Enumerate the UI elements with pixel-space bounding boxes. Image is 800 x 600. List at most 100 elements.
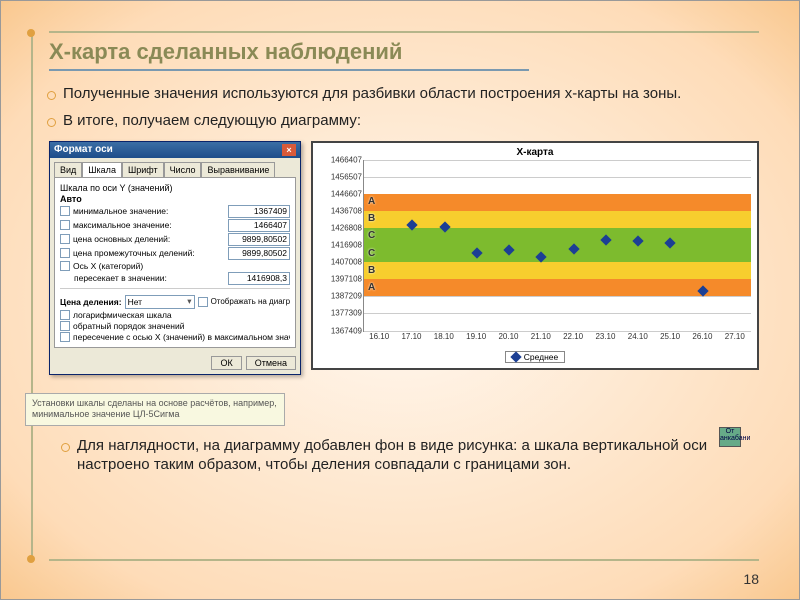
field-label: цена основных делений: (73, 234, 225, 244)
x-tick: 19.10 (460, 332, 492, 346)
y-tick: 1407008 (318, 258, 362, 267)
row-axisx: Ось X (категорий) (60, 261, 290, 271)
slide: X-карта сделанных наблюдений Полученные … (0, 0, 800, 600)
plot-area: 1466407145650714466071436708142680814169… (363, 160, 751, 332)
y-tick: 1426808 (318, 223, 362, 232)
zone-label: A (368, 282, 375, 293)
checkbox[interactable] (198, 297, 208, 307)
zone-label: C (368, 248, 375, 259)
cancel-button[interactable]: Отмена (246, 356, 296, 370)
y-tick: 1466407 (318, 155, 362, 164)
minor-input[interactable] (228, 247, 290, 260)
field-label: обратный порядок значений (73, 321, 290, 331)
auto-label: Авто (60, 194, 290, 204)
checkbox[interactable] (60, 248, 70, 258)
zone-label: B (368, 213, 375, 224)
x-tick: 21.10 (525, 332, 557, 346)
x-tick: 20.10 (492, 332, 524, 346)
field-label: Отображать на диаграмме (211, 297, 290, 306)
check-row: обратный порядок значений (60, 321, 290, 331)
x-tick: 18.10 (428, 332, 460, 346)
tab-scale[interactable]: Шкала (82, 162, 122, 177)
checkbox[interactable] (60, 310, 70, 320)
field-label: логарифмическая шкала (73, 310, 290, 320)
cross-input[interactable] (228, 272, 290, 285)
y-tick: 1416908 (318, 241, 362, 250)
x-tick: 24.10 (622, 332, 654, 346)
row-cross: пересекает в значении: (60, 272, 290, 285)
row-price: Цена деления: Нет Отображать на диаграмм… (60, 295, 290, 309)
field-label: Цена деления: (60, 297, 122, 307)
zone-band: A (364, 194, 751, 211)
x-tick: 27.10 (719, 332, 751, 346)
dialog-titlebar: Формат оси × (50, 142, 300, 158)
field-label: пересекает в значении: (60, 273, 225, 283)
field-label: максимальное значение: (73, 220, 225, 230)
page-number: 18 (743, 571, 759, 587)
zone-label: A (368, 196, 375, 207)
check-row: логарифмическая шкала (60, 310, 290, 320)
field-label: цена промежуточных делений: (73, 248, 225, 258)
tab-view[interactable]: Вид (54, 162, 82, 177)
x-tick: 22.10 (557, 332, 589, 346)
format-axis-dialog: Формат оси × Вид Шкала Шрифт Число Вырав… (49, 141, 301, 375)
checkbox[interactable] (60, 321, 70, 331)
row-min: минимальное значение: (60, 205, 290, 218)
row-major: цена основных делений: (60, 233, 290, 246)
zone-label: C (368, 230, 375, 241)
x-tick: 17.10 (395, 332, 427, 346)
legend-label: Среднее (524, 352, 559, 362)
close-icon[interactable]: × (282, 144, 296, 156)
checkbox[interactable] (60, 220, 70, 230)
corner-dot-icon (27, 29, 35, 37)
dialog-body: Шкала по оси Y (значений) Авто минимальн… (54, 177, 296, 348)
section-label: Шкала по оси Y (значений) (60, 183, 290, 193)
bullet-item: Полученные значения используются для раз… (63, 85, 759, 104)
bullets-top: Полученные значения используются для раз… (49, 85, 759, 131)
row-max: максимальное значение: (60, 219, 290, 232)
bullet-item: Для наглядности, на диаграмму добавлен ф… (77, 437, 749, 475)
row-minor: цена промежуточных делений: (60, 247, 290, 260)
y-tick: 1456507 (318, 172, 362, 181)
price-select[interactable]: Нет (125, 295, 195, 309)
picture-icon: От анкабани (719, 427, 741, 447)
zone-label: B (368, 265, 375, 276)
tab-font[interactable]: Шрифт (122, 162, 164, 177)
zone-band: C (364, 228, 751, 245)
diamond-icon (510, 351, 521, 362)
zone-band: C (364, 245, 751, 262)
y-tick: 1436708 (318, 206, 362, 215)
ok-button[interactable]: ОК (211, 356, 241, 370)
y-tick: 1377309 (318, 309, 362, 318)
slide-content: X-карта сделанных наблюдений Полученные … (49, 31, 759, 561)
checkbox[interactable] (60, 261, 70, 271)
zone-band: A (364, 279, 751, 296)
checkbox[interactable] (60, 206, 70, 216)
zone-band: B (364, 262, 751, 279)
max-input[interactable] (228, 219, 290, 232)
figure-row: Формат оси × Вид Шкала Шрифт Число Вырав… (49, 141, 759, 375)
y-tick: 1397108 (318, 275, 362, 284)
field-label: минимальное значение: (73, 206, 225, 216)
y-tick: 1446607 (318, 189, 362, 198)
legend-entry: Среднее (505, 351, 566, 363)
chart: X-карта 14664071456507144660714367081426… (311, 141, 759, 370)
x-tick: 16.10 (363, 332, 395, 346)
x-tick: 25.10 (654, 332, 686, 346)
chart-title: X-карта (319, 147, 751, 158)
checkbox[interactable] (60, 332, 70, 342)
checkbox[interactable] (60, 234, 70, 244)
check-row: пересечение с осью X (значений) в максим… (60, 332, 290, 342)
tab-number[interactable]: Число (164, 162, 202, 177)
major-input[interactable] (228, 233, 290, 246)
bullets-bottom: Для наглядности, на диаграмму добавлен ф… (63, 437, 749, 483)
x-tick: 26.10 (686, 332, 718, 346)
x-tick: 23.10 (589, 332, 621, 346)
tab-align[interactable]: Выравнивание (201, 162, 275, 177)
min-input[interactable] (228, 205, 290, 218)
dialog-buttons: ОК Отмена (50, 352, 300, 374)
corner-dot-icon (27, 555, 35, 563)
x-axis: 16.1017.1018.1019.1020.1021.1022.1023.10… (363, 332, 751, 346)
dialog-title: Формат оси (54, 144, 113, 155)
zone-band: B (364, 211, 751, 228)
